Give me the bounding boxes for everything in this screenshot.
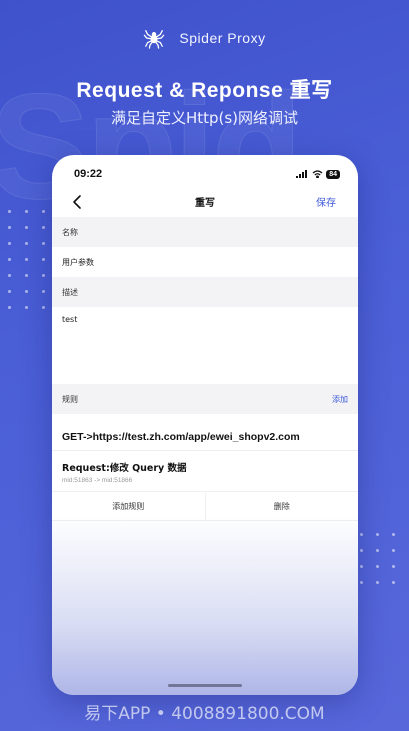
rule-action-bar: 添加规则 删除 <box>52 493 358 521</box>
nav-bar: 重写 保存 <box>52 190 358 214</box>
delete-button[interactable]: 删除 <box>204 493 359 520</box>
request-rule-title: Request:修改 Query 数据 <box>62 463 187 474</box>
add-button[interactable]: 添加 <box>332 394 348 405</box>
name-section-header: 名称 <box>52 217 358 247</box>
url-rule-text: GET->https://test.zh.com/app/ewei_shopv2… <box>62 430 300 443</box>
name-label: 名称 <box>62 227 78 237</box>
brand-name: Spider Proxy <box>179 30 266 46</box>
request-rule-item[interactable]: Request:修改 Query 数据 mid:51863 -> mid:518… <box>52 452 358 492</box>
cellular-signal-icon <box>296 170 308 178</box>
decorative-dots-left <box>8 210 45 309</box>
page-title: 重写 <box>195 198 215 209</box>
brand-header: Spider Proxy <box>0 27 409 49</box>
url-rule-item[interactable]: GET->https://test.zh.com/app/ewei_shopv2… <box>52 423 358 451</box>
battery-icon: 84 <box>326 169 340 179</box>
rules-label: 规则 <box>62 394 78 404</box>
name-field[interactable] <box>52 247 358 277</box>
phone-mockup: 09:22 84 重写 保存 名称 描述 test 规则 添加 GET->htt… <box>52 155 358 695</box>
decorative-dots-right <box>360 533 395 584</box>
home-indicator <box>168 684 242 687</box>
page-headline: Request & Reponse 重写 <box>76 79 333 102</box>
status-time: 09:22 <box>74 168 103 180</box>
status-icons: 84 <box>296 169 340 179</box>
phone-fade-overlay <box>52 515 358 695</box>
request-rule-detail: mid:51863 -> mid:51866 <box>62 477 133 484</box>
add-rule-button[interactable]: 添加规则 <box>52 493 205 520</box>
description-field[interactable]: test <box>52 307 358 377</box>
status-bar: 09:22 84 <box>74 167 340 181</box>
rules-section-header: 规则 添加 <box>52 384 358 414</box>
wifi-icon <box>312 170 323 178</box>
description-section-header: 描述 <box>52 277 358 307</box>
page-subline: 满足自定义Http(s)网络调试 <box>110 109 299 127</box>
spider-icon <box>144 30 165 49</box>
footer-watermark: 易下APP • 4008891800.COM <box>84 704 325 724</box>
save-button[interactable]: 保存 <box>316 194 336 209</box>
description-label: 描述 <box>62 287 78 297</box>
